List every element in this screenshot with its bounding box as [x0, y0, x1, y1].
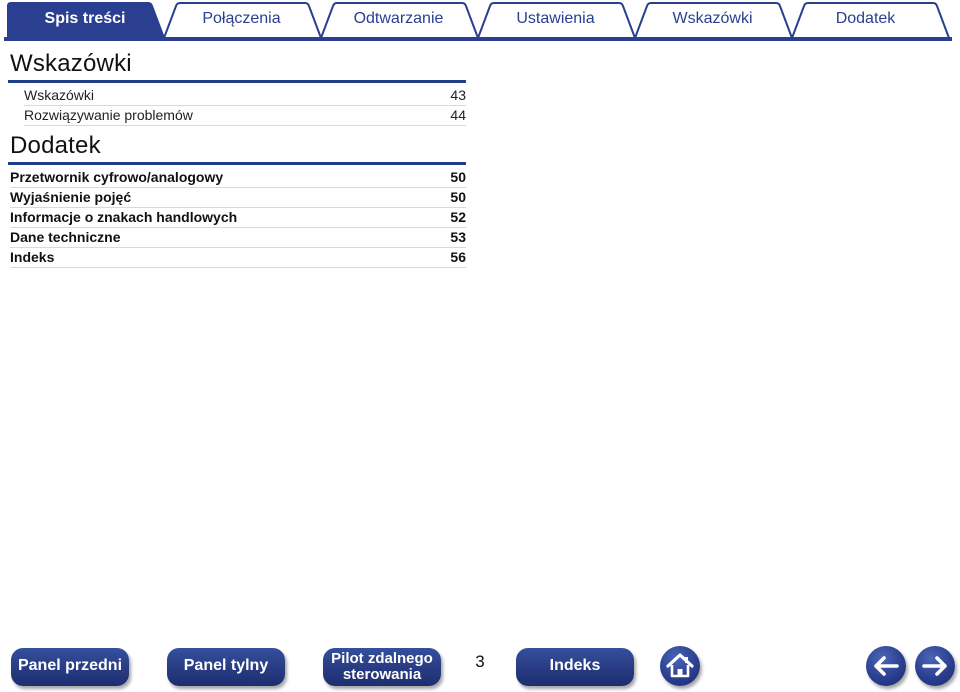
toc-entry-title: Rozwiązywanie problemów	[24, 107, 193, 123]
section-rule-appendix	[8, 162, 466, 165]
toc-entry-title: Wskazówki	[24, 87, 95, 103]
toc-entry-page: 53	[450, 229, 466, 245]
toc-entry-page: 56	[450, 249, 466, 265]
front-panel-button[interactable]: Panel przedni	[11, 648, 129, 686]
toc-entry[interactable]: Indeks 56	[10, 248, 466, 268]
index-button[interactable]: Indeks	[516, 648, 634, 686]
toc-entry[interactable]: Rozwiązywanie problemów 44	[24, 106, 466, 126]
toc-entry[interactable]: Przetwornik cyfrowo/analogowy 50	[10, 168, 466, 188]
tab-playback[interactable]: Odtwarzanie	[327, 9, 470, 29]
toc-entry-page: 50	[450, 189, 466, 205]
home-icon	[666, 653, 694, 678]
tab-bar: Spis treści Połączenia Odtwarzanie Ustaw…	[0, 0, 960, 42]
rear-panel-button-label: Panel tylny	[183, 657, 269, 674]
toc-entry-page: 44	[450, 107, 466, 123]
index-button-label: Indeks	[549, 657, 601, 674]
forward-button[interactable]	[915, 646, 955, 686]
back-button[interactable]	[866, 646, 906, 686]
toc-entry-page: 52	[450, 209, 466, 225]
toc-entry-title: Informacje o znakach handlowych	[10, 209, 238, 225]
tab-tips[interactable]: Wskazówki	[641, 9, 784, 29]
toc-entry-title: Dane techniczne	[10, 229, 121, 245]
toc-entry[interactable]: Wskazówki 43	[24, 86, 466, 106]
arrow-right-icon	[922, 656, 947, 676]
remote-control-button-label-line2: sterowania	[342, 666, 422, 683]
tab-connections[interactable]: Połączenia	[170, 9, 313, 29]
home-button[interactable]	[660, 646, 700, 686]
remote-control-button[interactable]: Pilot zdalnego sterowania	[323, 648, 441, 686]
section-title-tips: Wskazówki	[10, 50, 132, 77]
toc-entry-title: Przetwornik cyfrowo/analogowy	[10, 169, 224, 185]
toc-entry-page: 43	[450, 87, 466, 103]
toc-entry-title: Wyjaśnienie pojęć	[10, 189, 132, 205]
arrow-left-icon	[874, 656, 899, 676]
section-title-appendix: Dodatek	[10, 132, 101, 159]
front-panel-button-label: Panel przedni	[17, 657, 123, 674]
rear-panel-button[interactable]: Panel tylny	[167, 648, 285, 686]
toc-entry[interactable]: Wyjaśnienie pojęć 50	[10, 188, 466, 208]
section-rule-tips	[8, 80, 466, 83]
tab-contents[interactable]: Spis treści	[14, 9, 156, 29]
toc-entry-title: Indeks	[10, 249, 55, 265]
toc-entry[interactable]: Informacje o znakach handlowych 52	[10, 208, 466, 228]
toc-entry[interactable]: Dane techniczne 53	[10, 228, 466, 248]
tab-appendix[interactable]: Dodatek	[798, 9, 933, 29]
toc-entry-page: 50	[450, 169, 466, 185]
remote-control-button-label-line1: Pilot zdalnego	[331, 650, 433, 667]
tab-settings[interactable]: Ustawienia	[484, 9, 627, 29]
page-number: 3	[475, 652, 485, 671]
